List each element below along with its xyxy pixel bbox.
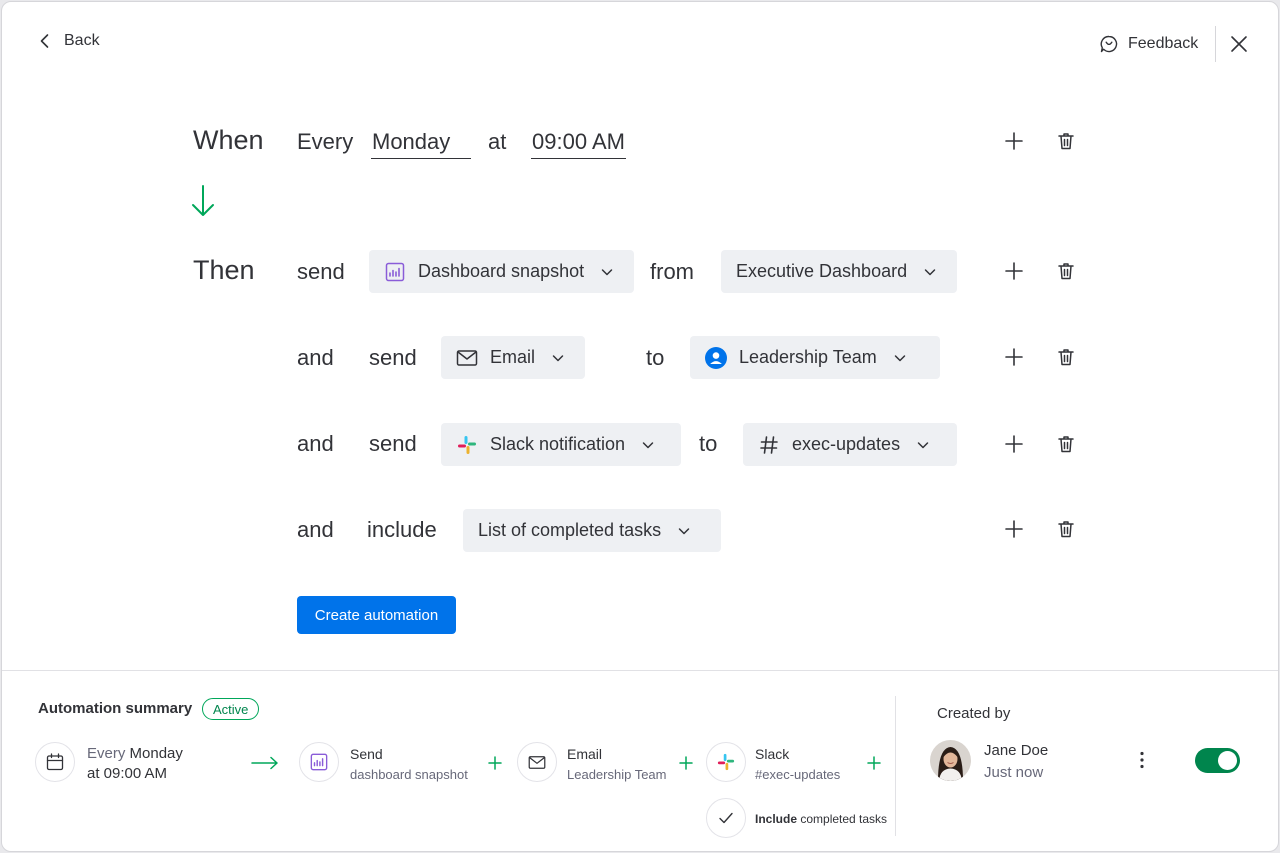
summary-vertical-divider	[895, 696, 896, 836]
summary-step2-title: Email	[567, 746, 603, 762]
plus-icon	[679, 756, 693, 770]
delete-action-icon[interactable]	[1056, 347, 1076, 367]
feedback-label: Feedback	[1128, 35, 1199, 52]
summary-title: Automation summary	[38, 700, 193, 717]
summary-trigger-text: Every Monday at 09:00 AM	[87, 744, 183, 784]
add-action-icon[interactable]	[1004, 519, 1024, 539]
more-options-icon[interactable]	[1133, 750, 1151, 770]
add-action-icon[interactable]	[1004, 261, 1024, 281]
completed-tasks-dropdown[interactable]: List of completed tasks	[463, 509, 721, 552]
completed-tasks-label: List of completed tasks	[478, 520, 662, 540]
dashboard-snapshot-label: Dashboard snapshot	[418, 261, 585, 281]
summary-step-include: Include completed tasks	[755, 809, 887, 829]
chevron-down-icon	[894, 354, 906, 361]
row3-to-word: to	[699, 431, 718, 456]
chevron-left-icon	[40, 34, 49, 48]
toggle-knob	[1218, 751, 1237, 770]
row4-connector: and	[297, 517, 334, 542]
summary-step-slack: Slack #exec-updates	[755, 744, 840, 785]
dashboard-snapshot-dropdown[interactable]: Dashboard snapshot	[369, 250, 634, 293]
dashboard-chart-icon	[384, 261, 406, 283]
user-icon	[705, 346, 727, 369]
chevron-down-icon	[642, 441, 654, 448]
every-word: Every	[297, 129, 354, 154]
chevron-down-icon	[917, 441, 929, 448]
day-selector[interactable]: Monday	[371, 129, 471, 159]
summary-step4-rest: completed tasks	[797, 812, 888, 826]
executive-dashboard-label: Executive Dashboard	[736, 261, 908, 281]
slack-channel-dropdown[interactable]: Slack notification	[441, 423, 681, 466]
row3-connector: and	[297, 431, 334, 456]
exec-updates-dropdown[interactable]: exec-updates	[743, 423, 957, 466]
row2-connector: and	[297, 345, 334, 370]
when-keyword: When	[193, 125, 264, 155]
flow-arrow-right-icon	[251, 756, 278, 770]
slack-icon	[706, 742, 746, 782]
feedback-button[interactable]: Feedback	[1099, 34, 1198, 54]
chevron-down-icon	[552, 354, 564, 361]
creator-name: Jane Doe	[984, 742, 1049, 759]
exec-updates-label: exec-updates	[792, 434, 901, 454]
delete-action-icon[interactable]	[1056, 261, 1076, 281]
plus-icon	[488, 756, 502, 770]
row2-to-word: to	[646, 345, 665, 370]
email-channel-dropdown[interactable]: Email	[441, 336, 585, 379]
executive-dashboard-dropdown[interactable]: Executive Dashboard	[721, 250, 957, 293]
time-selector[interactable]: 09:00 AM	[531, 129, 626, 159]
chevron-down-icon	[601, 268, 613, 275]
delete-action-icon[interactable]	[1056, 434, 1076, 454]
back-label: Back	[64, 32, 100, 49]
delete-trigger-icon[interactable]	[1056, 131, 1076, 151]
envelope-icon	[517, 742, 557, 782]
hashtag-icon	[758, 434, 780, 456]
row1-verb: send	[297, 259, 345, 284]
summary-step-send: Send dashboard snapshot	[350, 744, 468, 785]
chevron-down-icon	[924, 268, 936, 275]
create-automation-button[interactable]: Create automation	[297, 596, 456, 634]
from-word: from	[650, 259, 694, 284]
row4-verb: include	[367, 517, 437, 542]
summary-trigger-time: at 09:00 AM	[87, 765, 168, 782]
envelope-icon	[456, 347, 478, 369]
created-by-label: Created by	[937, 705, 1011, 722]
summary-step1-title: Send	[350, 746, 383, 762]
delete-action-icon[interactable]	[1056, 519, 1076, 539]
summary-divider	[2, 670, 1278, 671]
summary-step3-title: Slack	[755, 746, 790, 762]
row2-verb: send	[369, 345, 417, 370]
slack-icon	[456, 434, 478, 456]
add-action-icon[interactable]	[1004, 347, 1024, 367]
add-action-icon[interactable]	[1004, 434, 1024, 454]
summary-trigger-day: Monday	[129, 745, 183, 762]
summary-step3-sub: #exec-updates	[755, 767, 841, 782]
at-word: at	[488, 129, 507, 154]
close-icon[interactable]	[1228, 33, 1250, 55]
calendar-icon	[35, 742, 75, 782]
email-channel-label: Email	[490, 347, 536, 367]
summary-step4-bold: Include	[755, 812, 798, 826]
add-condition-icon[interactable]	[1004, 131, 1024, 151]
avatar	[930, 740, 971, 781]
feedback-chat-icon	[1100, 35, 1118, 53]
summary-step2-sub: Leadership Team	[567, 767, 667, 782]
summary-step1-sub: dashboard snapshot	[350, 767, 468, 782]
plus-icon	[867, 756, 881, 770]
row3-verb: send	[369, 431, 417, 456]
creator-time: Just now	[984, 764, 1044, 781]
automation-active-toggle[interactable]	[1195, 748, 1240, 773]
slack-channel-label: Slack notification	[490, 434, 626, 454]
automation-builder-window: Back Feedback When Every Monday at 09:00…	[1, 1, 1279, 852]
then-keyword: Then	[193, 255, 255, 285]
summary-step-email: Email Leadership Team	[567, 744, 667, 785]
status-badge: Active	[202, 698, 260, 720]
header-divider	[1215, 26, 1216, 62]
leadership-team-label: Leadership Team	[739, 347, 877, 367]
summary-trigger-prefix: Every	[87, 745, 130, 762]
leadership-team-dropdown[interactable]: Leadership Team	[690, 336, 940, 379]
checkmark-icon	[706, 798, 746, 838]
dashboard-chart-icon	[299, 742, 339, 782]
chevron-down-icon	[678, 527, 690, 534]
flow-arrow-down-icon	[192, 185, 214, 216]
back-button[interactable]: Back	[36, 32, 100, 50]
